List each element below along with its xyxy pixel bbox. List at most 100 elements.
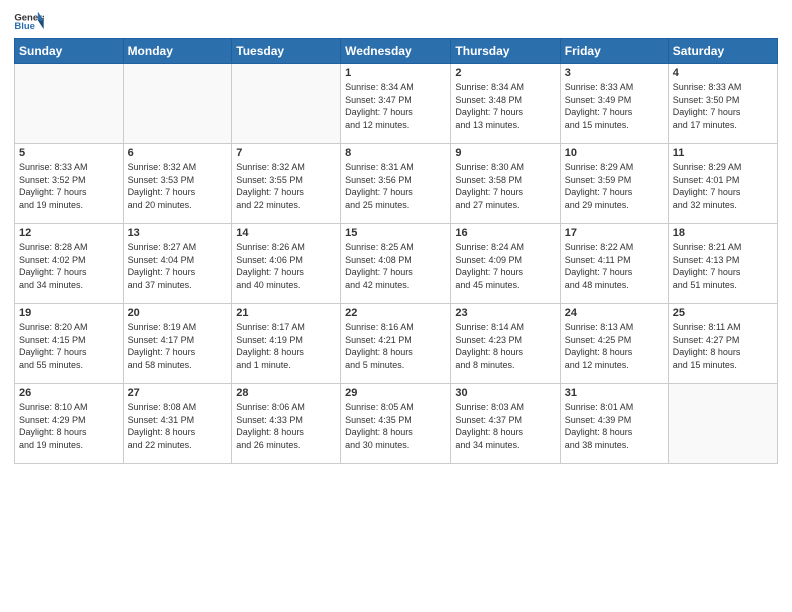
logo-icon: General Blue <box>14 10 44 32</box>
day-info: Sunrise: 8:08 AM Sunset: 4:31 PM Dayligh… <box>128 401 228 451</box>
day-number: 8 <box>345 147 446 159</box>
day-number: 11 <box>673 147 773 159</box>
calendar-cell: 17 Sunrise: 8:22 AM Sunset: 4:11 PM Dayli… <box>560 224 668 304</box>
day-info: Sunrise: 8:13 AM Sunset: 4:25 PM Dayligh… <box>565 321 664 371</box>
day-number: 7 <box>236 147 336 159</box>
page-container: General Blue SundayMondayTuesdayWednesda… <box>0 0 792 474</box>
day-number: 23 <box>455 307 555 319</box>
calendar-cell: 31 Sunrise: 8:01 AM Sunset: 4:39 PM Dayli… <box>560 384 668 464</box>
day-info: Sunrise: 8:29 AM Sunset: 3:59 PM Dayligh… <box>565 161 664 211</box>
calendar-cell: 20Sunrise: 8:19 AM Sunset: 4:17 PM Dayli… <box>123 304 232 384</box>
weekday-header-saturday: Saturday <box>668 39 777 64</box>
day-info: Sunrise: 8:14 AM Sunset: 4:23 PM Dayligh… <box>455 321 555 371</box>
calendar-cell <box>15 64 124 144</box>
calendar-cell: 21 Sunrise: 8:17 AM Sunset: 4:19 PM Dayli… <box>232 304 341 384</box>
calendar-cell: 11 Sunrise: 8:29 AM Sunset: 4:01 PM Dayli… <box>668 144 777 224</box>
day-number: 24 <box>565 307 664 319</box>
calendar-cell: 18Sunrise: 8:21 AM Sunset: 4:13 PM Dayli… <box>668 224 777 304</box>
day-number: 10 <box>565 147 664 159</box>
day-info: Sunrise: 8:31 AM Sunset: 3:56 PM Dayligh… <box>345 161 446 211</box>
day-number: 31 <box>565 387 664 399</box>
calendar-week-row: 5 Sunrise: 8:33 AM Sunset: 3:52 PM Daylig… <box>15 144 778 224</box>
day-info: Sunrise: 8:05 AM Sunset: 4:35 PM Dayligh… <box>345 401 446 451</box>
calendar-table: SundayMondayTuesdayWednesdayThursdayFrid… <box>14 38 778 464</box>
day-number: 13 <box>128 227 228 239</box>
day-number: 15 <box>345 227 446 239</box>
day-number: 6 <box>128 147 228 159</box>
calendar-cell: 28 Sunrise: 8:06 AM Sunset: 4:33 PM Dayli… <box>232 384 341 464</box>
day-info: Sunrise: 8:24 AM Sunset: 4:09 PM Dayligh… <box>455 241 555 291</box>
calendar-cell: 25Sunrise: 8:11 AM Sunset: 4:27 PM Dayli… <box>668 304 777 384</box>
day-info: Sunrise: 8:16 AM Sunset: 4:21 PM Dayligh… <box>345 321 446 371</box>
calendar-cell: 6 Sunrise: 8:32 AM Sunset: 3:53 PM Daylig… <box>123 144 232 224</box>
calendar-cell: 2Sunrise: 8:34 AM Sunset: 3:48 PM Daylig… <box>451 64 560 144</box>
calendar-cell: 7 Sunrise: 8:32 AM Sunset: 3:55 PM Daylig… <box>232 144 341 224</box>
calendar-cell <box>232 64 341 144</box>
day-number: 17 <box>565 227 664 239</box>
calendar-cell: 24 Sunrise: 8:13 AM Sunset: 4:25 PM Dayli… <box>560 304 668 384</box>
calendar-cell: 4 Sunrise: 8:33 AM Sunset: 3:50 PM Daylig… <box>668 64 777 144</box>
day-info: Sunrise: 8:26 AM Sunset: 4:06 PM Dayligh… <box>236 241 336 291</box>
day-info: Sunrise: 8:11 AM Sunset: 4:27 PM Dayligh… <box>673 321 773 371</box>
weekday-header-wednesday: Wednesday <box>341 39 451 64</box>
calendar-cell: 26 Sunrise: 8:10 AM Sunset: 4:29 PM Dayli… <box>15 384 124 464</box>
day-info: Sunrise: 8:30 AM Sunset: 3:58 PM Dayligh… <box>455 161 555 211</box>
day-info: Sunrise: 8:32 AM Sunset: 3:55 PM Dayligh… <box>236 161 336 211</box>
calendar-cell: 3Sunrise: 8:33 AM Sunset: 3:49 PM Daylig… <box>560 64 668 144</box>
day-info: Sunrise: 8:03 AM Sunset: 4:37 PM Dayligh… <box>455 401 555 451</box>
calendar-cell: 5 Sunrise: 8:33 AM Sunset: 3:52 PM Daylig… <box>15 144 124 224</box>
day-info: Sunrise: 8:25 AM Sunset: 4:08 PM Dayligh… <box>345 241 446 291</box>
weekday-header-tuesday: Tuesday <box>232 39 341 64</box>
day-number: 16 <box>455 227 555 239</box>
day-info: Sunrise: 8:17 AM Sunset: 4:19 PM Dayligh… <box>236 321 336 371</box>
day-info: Sunrise: 8:21 AM Sunset: 4:13 PM Dayligh… <box>673 241 773 291</box>
day-info: Sunrise: 8:19 AM Sunset: 4:17 PM Dayligh… <box>128 321 228 371</box>
header: General Blue <box>14 10 778 32</box>
day-info: Sunrise: 8:27 AM Sunset: 4:04 PM Dayligh… <box>128 241 228 291</box>
calendar-week-row: 1 Sunrise: 8:34 AM Sunset: 3:47 PM Daylig… <box>15 64 778 144</box>
day-number: 19 <box>19 307 119 319</box>
day-info: Sunrise: 8:34 AM Sunset: 3:47 PM Dayligh… <box>345 81 446 131</box>
day-info: Sunrise: 8:34 AM Sunset: 3:48 PM Dayligh… <box>455 81 555 131</box>
calendar-cell <box>123 64 232 144</box>
day-number: 1 <box>345 67 446 79</box>
calendar-cell: 14Sunrise: 8:26 AM Sunset: 4:06 PM Dayli… <box>232 224 341 304</box>
weekday-header-row: SundayMondayTuesdayWednesdayThursdayFrid… <box>15 39 778 64</box>
day-info: Sunrise: 8:10 AM Sunset: 4:29 PM Dayligh… <box>19 401 119 451</box>
calendar-cell: 27 Sunrise: 8:08 AM Sunset: 4:31 PM Dayli… <box>123 384 232 464</box>
day-number: 26 <box>19 387 119 399</box>
day-info: Sunrise: 8:32 AM Sunset: 3:53 PM Dayligh… <box>128 161 228 211</box>
day-info: Sunrise: 8:22 AM Sunset: 4:11 PM Dayligh… <box>565 241 664 291</box>
day-info: Sunrise: 8:33 AM Sunset: 3:49 PM Dayligh… <box>565 81 664 131</box>
day-number: 4 <box>673 67 773 79</box>
svg-text:Blue: Blue <box>14 21 35 32</box>
calendar-cell: 30 Sunrise: 8:03 AM Sunset: 4:37 PM Dayli… <box>451 384 560 464</box>
day-info: Sunrise: 8:29 AM Sunset: 4:01 PM Dayligh… <box>673 161 773 211</box>
day-number: 28 <box>236 387 336 399</box>
day-info: Sunrise: 8:06 AM Sunset: 4:33 PM Dayligh… <box>236 401 336 451</box>
calendar-cell: 23 Sunrise: 8:14 AM Sunset: 4:23 PM Dayli… <box>451 304 560 384</box>
day-info: Sunrise: 8:33 AM Sunset: 3:50 PM Dayligh… <box>673 81 773 131</box>
weekday-header-monday: Monday <box>123 39 232 64</box>
day-number: 27 <box>128 387 228 399</box>
day-number: 5 <box>19 147 119 159</box>
calendar-cell: 22Sunrise: 8:16 AM Sunset: 4:21 PM Dayli… <box>341 304 451 384</box>
calendar-cell: 15 Sunrise: 8:25 AM Sunset: 4:08 PM Dayli… <box>341 224 451 304</box>
calendar-cell: 19Sunrise: 8:20 AM Sunset: 4:15 PM Dayli… <box>15 304 124 384</box>
day-info: Sunrise: 8:33 AM Sunset: 3:52 PM Dayligh… <box>19 161 119 211</box>
day-number: 29 <box>345 387 446 399</box>
calendar-cell: 12Sunrise: 8:28 AM Sunset: 4:02 PM Dayli… <box>15 224 124 304</box>
day-number: 30 <box>455 387 555 399</box>
calendar-week-row: 12Sunrise: 8:28 AM Sunset: 4:02 PM Dayli… <box>15 224 778 304</box>
day-number: 12 <box>19 227 119 239</box>
calendar-cell: 10 Sunrise: 8:29 AM Sunset: 3:59 PM Dayli… <box>560 144 668 224</box>
weekday-header-friday: Friday <box>560 39 668 64</box>
day-info: Sunrise: 8:01 AM Sunset: 4:39 PM Dayligh… <box>565 401 664 451</box>
calendar-week-row: 26 Sunrise: 8:10 AM Sunset: 4:29 PM Dayli… <box>15 384 778 464</box>
calendar-cell: 16 Sunrise: 8:24 AM Sunset: 4:09 PM Dayli… <box>451 224 560 304</box>
day-number: 21 <box>236 307 336 319</box>
calendar-cell: 13 Sunrise: 8:27 AM Sunset: 4:04 PM Dayli… <box>123 224 232 304</box>
logo: General Blue <box>14 10 44 32</box>
weekday-header-sunday: Sunday <box>15 39 124 64</box>
calendar-cell <box>668 384 777 464</box>
